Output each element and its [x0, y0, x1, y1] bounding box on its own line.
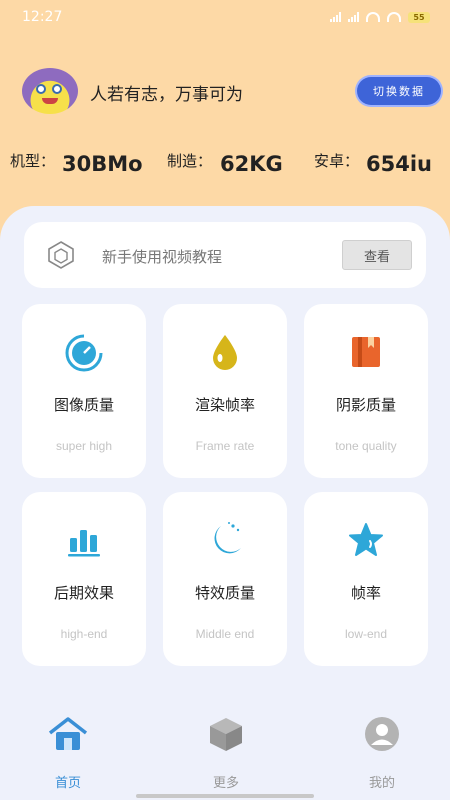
nav-home-label: 首页 — [54, 776, 81, 791]
feature-subtitle: high-end — [60, 627, 108, 641]
feature-title: 后期效果 — [53, 584, 114, 602]
moon-stars-icon — [214, 522, 241, 554]
switch-data-button[interactable]: 切换数据 — [357, 77, 441, 105]
spec-value-manufacture: 62KG — [220, 152, 283, 176]
nav-more-label: 更多 — [212, 776, 239, 791]
nav-me-label: 我的 — [368, 776, 395, 791]
feature-card-shadow-quality[interactable]: 阴影质量 tone quality — [304, 304, 428, 478]
feature-card-render-fps[interactable]: 渲染帧率 Frame rate — [163, 304, 287, 478]
battery-icon: 55 — [408, 11, 430, 23]
star-icon — [349, 523, 383, 556]
feature-title: 帧率 — [350, 584, 381, 602]
signal-icon — [348, 12, 359, 22]
spongebob-avatar[interactable] — [22, 68, 78, 114]
bar-chart-icon — [68, 530, 100, 557]
feature-subtitle: Middle end — [195, 627, 255, 641]
cube-icon — [210, 718, 242, 751]
wifi-icon — [366, 12, 380, 22]
bottom-nav: 首页 更多 我的 — [0, 706, 450, 800]
feature-subtitle: Frame rate — [195, 439, 255, 453]
feature-card-post-effects[interactable]: 后期效果 high-end — [22, 492, 146, 666]
status-icons: 55 — [330, 11, 430, 23]
drop-icon — [213, 335, 237, 370]
gauge-icon — [65, 334, 103, 372]
feature-title: 渲染帧率 — [194, 396, 255, 414]
hexagon-cube-icon — [48, 241, 74, 269]
user-icon — [365, 717, 399, 751]
feature-title: 图像质量 — [53, 396, 114, 414]
spec-label-model: 机型： — [10, 152, 56, 170]
spec-value-android: 654iu — [366, 152, 432, 176]
view-tutorial-button[interactable]: 查看 — [342, 240, 412, 270]
battery-level: 55 — [413, 12, 425, 22]
feature-card-image-quality[interactable]: 图像质量 super high — [22, 304, 146, 478]
feature-title: 阴影质量 — [335, 396, 396, 414]
tutorial-text: 新手使用视频教程 — [102, 248, 223, 266]
nav-me[interactable]: 我的 — [342, 716, 422, 791]
status-time: 12:27 — [22, 9, 63, 25]
feature-card-fps[interactable]: 帧率 low-end — [304, 492, 428, 666]
spec-label-android: 安卓： — [314, 152, 360, 170]
spec-label-manufacture: 制造： — [167, 152, 213, 170]
spec-value-model: 30BMo — [62, 152, 143, 176]
book-icon — [352, 337, 380, 367]
tutorial-bar[interactable]: 新手使用视频教程 查看 — [24, 222, 426, 288]
motto-text: 人若有志，万事可为 — [90, 85, 243, 105]
nav-more[interactable]: 更多 — [186, 716, 266, 791]
feature-title: 特效质量 — [194, 584, 255, 602]
home-indicator — [136, 794, 314, 798]
wifi-icon — [387, 12, 401, 22]
status-bar: 12:27 55 — [0, 0, 450, 34]
feature-subtitle: tone quality — [335, 439, 397, 453]
nav-home[interactable]: 首页 — [28, 716, 108, 791]
feature-subtitle: low-end — [344, 627, 388, 641]
feature-card-effects-quality[interactable]: 特效质量 Middle end — [163, 492, 287, 666]
feature-subtitle: super high — [55, 439, 113, 453]
signal-icon — [330, 12, 341, 22]
device-specs: 机型： 30BMo 制造： 62KG 安卓： 654iu — [0, 146, 450, 186]
home-icon — [48, 717, 88, 750]
profile-header: 人若有志，万事可为 切换数据 — [0, 64, 450, 120]
